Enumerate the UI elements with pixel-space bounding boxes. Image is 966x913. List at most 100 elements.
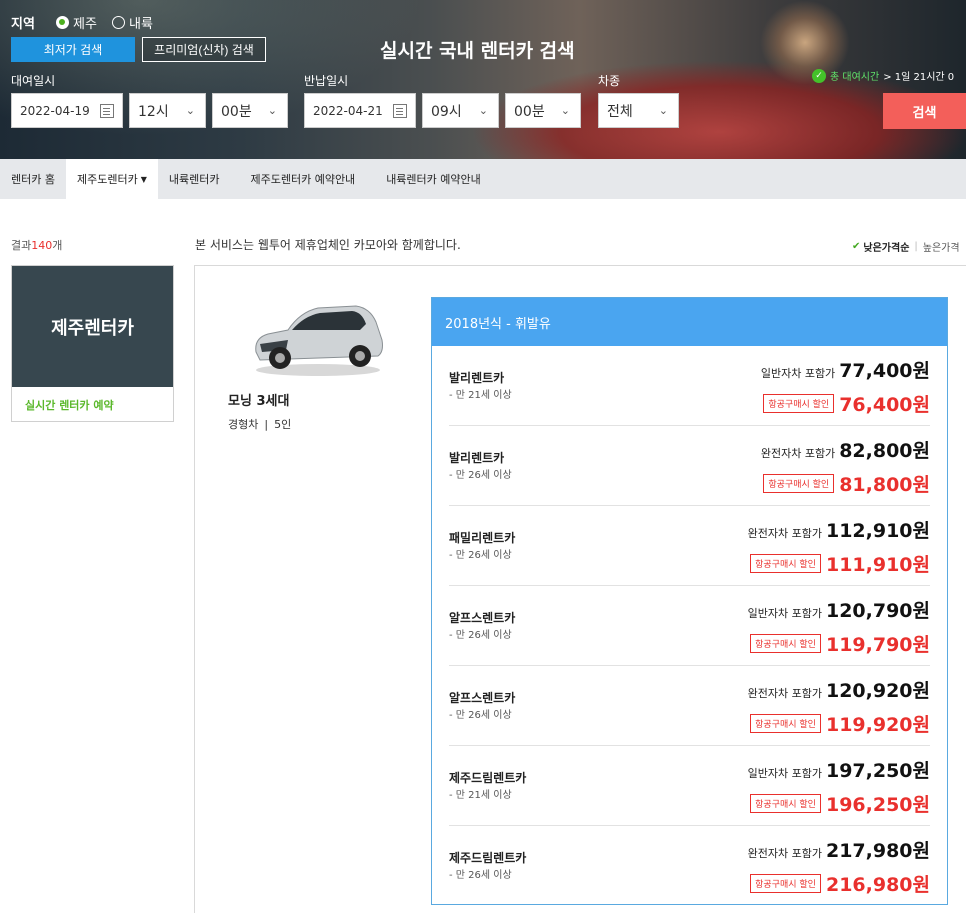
calendar-icon[interactable]	[100, 104, 114, 118]
offer-discount-row: 항공구매시 할인 76,400원	[763, 390, 930, 417]
offer-row[interactable]: 발리렌트카 - 만 21세 이상 일반자차 포함가 77,400원항공구매시 할인 76…	[449, 346, 930, 426]
offer-insurance: 완전자차 포함가	[747, 687, 822, 700]
offer-price: 197,250원	[825, 760, 930, 782]
offer-price-row: 일반자차 포함가 77,400원	[761, 356, 930, 383]
nav-item-jeju-guide[interactable]: 제주도렌터카 예약안내	[230, 159, 366, 199]
rent-date-value: 2022-04-19	[20, 103, 90, 118]
offer-insurance: 일반자차 포함가	[747, 767, 822, 780]
offer-discount-price: 81,800원	[839, 474, 930, 496]
chevron-down-icon: ⌄	[560, 104, 570, 117]
offer-price-row: 일반자차 포함가 197,250원	[748, 756, 930, 783]
brand-name: 제주렌터카	[12, 266, 173, 387]
offer-company: 발리렌트카	[449, 371, 505, 385]
radio-unchecked-icon	[112, 16, 125, 29]
calendar-icon[interactable]	[393, 104, 407, 118]
sort-high-price[interactable]: 높은가격	[923, 239, 960, 254]
region-option-label: 내륙	[129, 17, 153, 32]
offer-discount-price: 196,250원	[825, 794, 930, 816]
premium-search-button[interactable]: 프리미엄(신차) 검색	[142, 37, 266, 62]
offers-box: 2018년식 - 휘발유 발리렌트카 - 만 21세 이상 일반자차 포함가 77,4…	[431, 297, 948, 905]
flight-discount-badge: 항공구매시 할인	[763, 474, 835, 493]
offer-row[interactable]: 제주드림렌트카 - 만 26세 이상 완전자차 포함가 217,980원 항공구매시 할…	[449, 826, 930, 906]
partner-notice: 본 서비스는 웹투어 제휴업체인 카모아와 함께합니다.	[195, 238, 461, 252]
nav-item-mainland-rentcar[interactable]: 내륙렌터카	[158, 159, 231, 199]
offer-price: 82,800원	[839, 440, 930, 462]
total-rental-time: ✓ 총 대여시간 > 1일 21시간 0	[812, 68, 954, 83]
offer-price: 120,790원	[825, 600, 930, 622]
realtime-booking-link[interactable]: 실시간 렌터카 예약	[12, 387, 173, 422]
car-type-value: 전체	[607, 103, 633, 120]
offer-company: 제주드림렌트카	[449, 771, 527, 785]
nav-item-mainland-guide[interactable]: 내륙렌터카 예약안내	[366, 159, 492, 199]
region-radio-mainland[interactable]: 내륙	[112, 13, 153, 32]
offer-discount-row: 항공구매시 할인 81,800원	[763, 470, 930, 497]
offer-discount-price: 111,910원	[825, 554, 930, 576]
rent-minute-value: 00분	[221, 103, 252, 120]
offer-company: 알프스렌트카	[449, 611, 516, 625]
rent-minute-select[interactable]: 00분 ⌄	[212, 93, 288, 128]
result-count: 결과140개	[11, 237, 62, 253]
region-label: 지역	[11, 17, 35, 32]
nav-item-rentcar-home[interactable]: 렌터카 홈	[0, 159, 66, 199]
rent-hour-value: 12시	[138, 103, 169, 120]
offer-discount-row: 항공구매시 할인 196,250원	[750, 790, 930, 817]
car-type-label: 차종	[598, 74, 621, 88]
offer-row[interactable]: 알프스렌트카 - 만 26세 이상 일반자차 포함가 120,790원 항공구매시 할인…	[449, 586, 930, 666]
page-title: 실시간 국내 렌터카 검색	[380, 40, 575, 62]
flight-discount-badge: 항공구매시 할인	[763, 394, 835, 413]
return-date-value: 2022-04-21	[313, 103, 383, 118]
flight-discount-badge: 항공구매시 할인	[750, 554, 821, 573]
rent-date-input[interactable]: 2022-04-19	[11, 93, 123, 128]
chevron-down-icon: ⌄	[478, 104, 488, 117]
offer-insurance: 일반자차 포함가	[747, 607, 822, 620]
offer-age: - 만 21세 이상	[449, 390, 512, 401]
return-datetime-label: 반납일시	[304, 74, 349, 88]
check-icon: ✔	[852, 241, 861, 252]
car-type-select[interactable]: 전체 ⌄	[598, 93, 679, 128]
car-class: 경형차	[228, 418, 259, 431]
brand-card[interactable]: 제주렌터카 실시간 렌터카 예약	[11, 265, 174, 422]
offer-discount-price: 119,790원	[825, 634, 930, 656]
offer-age: - 만 21세 이상	[449, 790, 512, 801]
return-date-input[interactable]: 2022-04-21	[304, 93, 416, 128]
region-radio-jeju[interactable]: 제주	[56, 13, 97, 32]
offer-price-row: 완전자차 포함가 120,920원	[748, 676, 930, 703]
offer-company: 패밀리렌트카	[449, 531, 516, 545]
offer-discount-price: 216,980원	[825, 874, 930, 896]
offer-price-row: 완전자차 포함가 82,800원	[761, 436, 930, 463]
offer-insurance: 완전자차 포함가	[747, 847, 822, 860]
divider: |	[264, 418, 269, 431]
return-minute-select[interactable]: 00분 ⌄	[505, 93, 581, 128]
nav-item-jeju-rentcar[interactable]: 제주도렌터카 ▼	[65, 159, 158, 199]
return-hour-select[interactable]: 09시 ⌄	[422, 93, 499, 128]
result-number: 140	[31, 239, 53, 252]
offer-insurance: 완전자차 포함가	[760, 447, 836, 460]
search-button[interactable]: 검색	[883, 93, 966, 129]
offer-discount-row: 항공구매시 할인 119,920원	[750, 710, 930, 737]
sort-low-price[interactable]: 낮은가격순	[863, 239, 909, 254]
offer-age: - 만 26세 이상	[449, 470, 512, 481]
caret-down-icon: ▼	[140, 174, 147, 184]
offer-insurance: 완전자차 포함가	[747, 527, 822, 540]
offer-row[interactable]: 발리렌트카 - 만 26세 이상 완전자차 포함가 82,800원 항공구매시 할인 81…	[449, 426, 930, 506]
offer-company: 발리렌트카	[449, 451, 505, 465]
nav-label: 내륙렌터카 예약안내	[386, 173, 481, 186]
offer-row[interactable]: 제주드림렌트카 - 만 21세 이상 일반자차 포함가 197,250원항공구매시 할…	[449, 746, 930, 826]
nav-label: 제주도렌터카 예약안내	[250, 173, 356, 186]
offer-row[interactable]: 알프스렌트카 - 만 26세 이상 완전자차 포함가 120,920원 항공구매시 할인…	[449, 666, 930, 746]
offer-row[interactable]: 패밀리렌트카 - 만 26세 이상 완전자차 포함가 112,910원항공구매시 할인…	[449, 506, 930, 586]
offer-price-row: 완전자차 포함가 112,910원	[748, 516, 930, 543]
sort-options: ✔ 낮은가격순 | 높은가격	[852, 239, 960, 254]
offer-price: 217,980원	[825, 840, 930, 862]
chevron-down-icon: ⌄	[185, 104, 195, 117]
rent-hour-select[interactable]: 12시 ⌄	[129, 93, 206, 128]
nav-label: 내륙렌터카	[168, 173, 220, 186]
return-minute-value: 00분	[514, 103, 545, 120]
offer-age: - 만 26세 이상	[449, 550, 512, 561]
lowest-price-search-button[interactable]: 최저가 검색	[11, 37, 135, 62]
offer-discount-row: 항공구매시 할인 119,790원	[750, 630, 930, 657]
check-circle-icon: ✓	[812, 68, 826, 83]
flight-discount-badge: 항공구매시 할인	[750, 714, 821, 733]
offer-discount-price: 119,920원	[825, 714, 930, 736]
offer-price: 77,400원	[839, 360, 930, 382]
